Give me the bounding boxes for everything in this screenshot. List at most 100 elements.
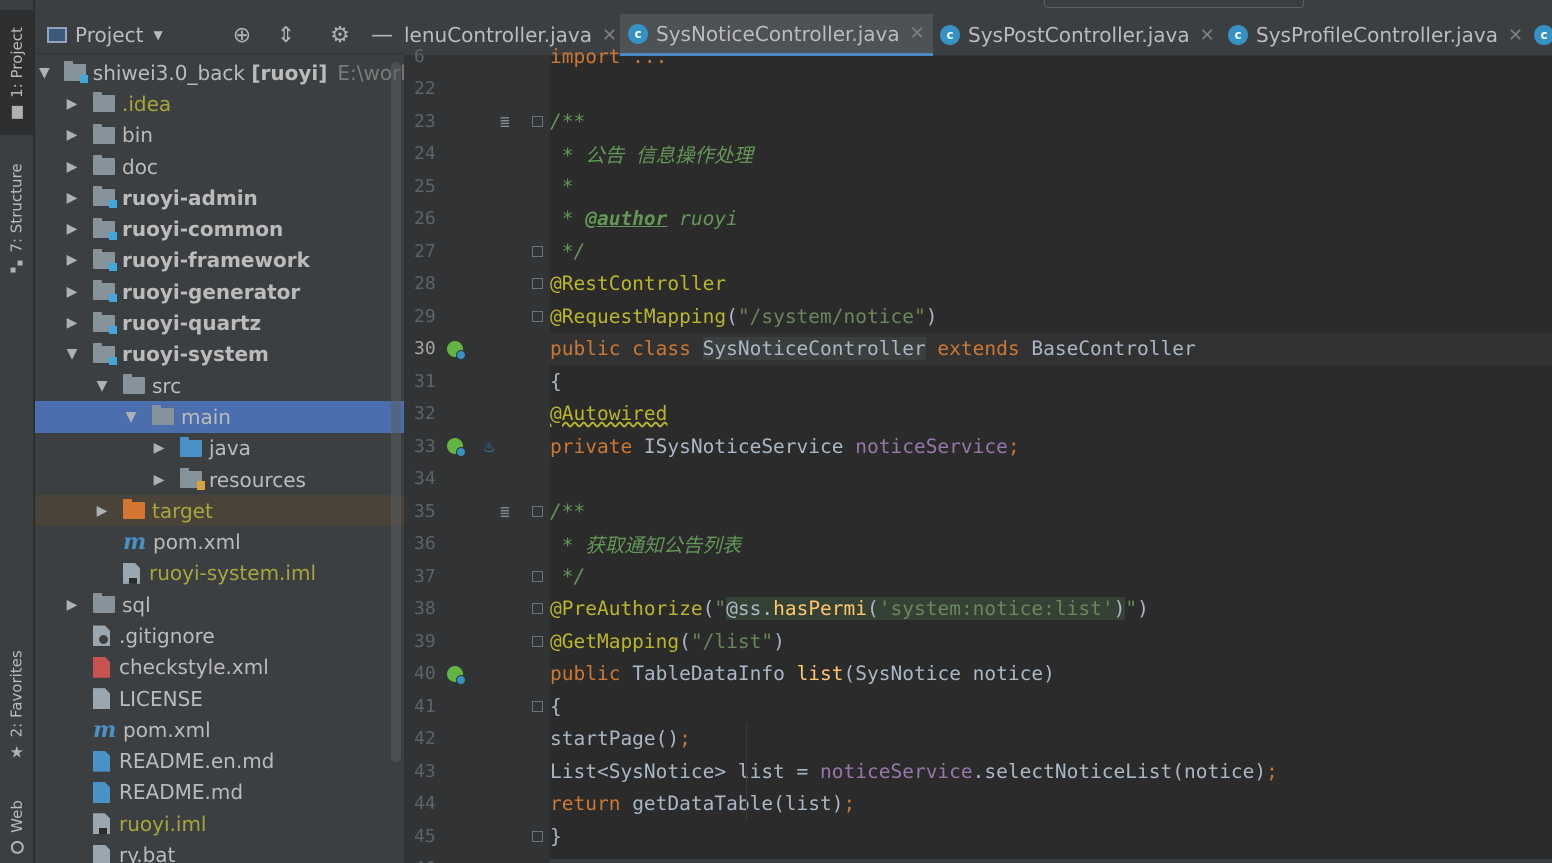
line-number: 30 <box>414 338 436 360</box>
tree-item-checkstyle-xml[interactable]: checkstyle.xml <box>35 652 404 683</box>
xml-file-icon <box>93 656 110 678</box>
chevron-down-icon[interactable]: ▼ <box>124 409 138 425</box>
structure-icon <box>11 260 23 272</box>
project-tool-tab[interactable]: 1: Project <box>0 10 34 135</box>
run-config-widget[interactable] <box>1044 0 1304 8</box>
line-number: 23 <box>414 110 436 132</box>
tree-item-label: shiwei3.0_back <box>92 60 245 85</box>
chevron-down-icon[interactable]: ▼ <box>95 378 109 394</box>
chevron-down-icon[interactable]: ▼ <box>65 346 79 362</box>
favorites-tool-tab[interactable]: ★ 2: Favorites <box>0 640 34 770</box>
spring-bean-icon[interactable] <box>447 340 466 360</box>
doc-comment-icon[interactable]: ≣ <box>500 112 510 131</box>
tree-item-idea[interactable]: ▶ .idea <box>35 88 404 119</box>
chevron-right-icon[interactable]: ▶ <box>65 221 79 237</box>
folder-icon <box>93 123 115 144</box>
fold-marker-icon[interactable] <box>532 700 543 712</box>
fold-marker-icon[interactable] <box>532 310 543 322</box>
spring-bean-icon[interactable] <box>447 438 466 458</box>
gitignore-file-icon <box>93 625 110 647</box>
tree-item-ruoyi-framework[interactable]: ▶ ruoyi-framework <box>35 245 404 276</box>
project-scrollbar[interactable] <box>391 62 401 762</box>
fold-marker-icon[interactable] <box>532 570 543 582</box>
method-name: hasPermi <box>773 597 868 621</box>
line-number: 31 <box>414 370 436 392</box>
navigate-bean-icon[interactable]: ♨ <box>484 436 495 457</box>
method-call: getDataTable(list) <box>632 792 844 816</box>
fold-marker-icon[interactable] <box>532 278 543 290</box>
tree-item-ruoyi-iml[interactable]: ruoyi.iml <box>35 808 404 839</box>
web-tool-tab[interactable]: Web <box>0 790 34 863</box>
string-literal: 'system:notice:list' <box>878 597 1114 621</box>
project-view-selector[interactable]: Project ▼ <box>35 23 163 47</box>
structure-tab-label: 7: Structure <box>8 162 26 253</box>
fold-marker-icon[interactable] <box>532 830 543 842</box>
tree-item-readme[interactable]: README.md <box>35 777 404 808</box>
star-icon: ★ <box>9 742 25 762</box>
chevron-right-icon[interactable]: ▶ <box>65 284 79 300</box>
fold-marker-icon[interactable] <box>532 505 543 517</box>
code-text-area[interactable]: import ... /** * 公告 信息操作处理 * * @author r… <box>550 40 1552 863</box>
hide-icon[interactable]: — <box>369 23 395 49</box>
fold-marker-icon[interactable] <box>532 115 543 127</box>
tree-item-readme-en[interactable]: README.en.md <box>35 746 404 777</box>
tree-item-ruoyi-system-iml[interactable]: ruoyi-system.iml <box>35 558 404 589</box>
chevron-right-icon[interactable]: ▶ <box>65 190 79 206</box>
chevron-right-icon[interactable]: ▶ <box>65 315 79 331</box>
doc-comment-icon[interactable]: ≣ <box>500 502 510 521</box>
locate-icon[interactable]: ⊕ <box>229 23 255 49</box>
tree-item-ruoyi-generator[interactable]: ▶ ruoyi-generator <box>35 276 404 307</box>
code-line: */ <box>550 235 1552 268</box>
tree-item-root-pom-xml[interactable]: m pom.xml <box>35 714 404 745</box>
fold-marker-icon[interactable] <box>532 245 543 257</box>
tree-item-ruoyi-admin[interactable]: ▶ ruoyi-admin <box>35 182 404 213</box>
tree-item-label: ruoyi-system <box>122 342 269 367</box>
code-line: startPage(); <box>550 722 1552 755</box>
chevron-right-icon[interactable]: ▶ <box>65 252 79 268</box>
tree-item-ruoyi-common[interactable]: ▶ ruoyi-common <box>35 213 404 244</box>
editor-horizontal-scrollbar[interactable] <box>550 859 1552 863</box>
keyword: public class <box>550 337 703 361</box>
excluded-folder-icon <box>123 499 145 520</box>
collapse-all-icon[interactable]: ⇕ <box>273 23 299 49</box>
tree-item-src[interactable]: ▼ src <box>35 370 404 401</box>
fold-marker-icon[interactable] <box>532 603 543 615</box>
tree-item-label: ruoyi.iml <box>119 811 207 836</box>
fold-marker-icon[interactable] <box>532 635 543 647</box>
spring-bean-icon[interactable] <box>447 665 466 685</box>
chevron-down-icon: ▼ <box>153 27 163 42</box>
chevron-right-icon[interactable]: ▶ <box>65 96 79 112</box>
chevron-right-icon[interactable]: ▶ <box>65 159 79 175</box>
tree-item-doc[interactable]: ▶ doc <box>35 151 404 182</box>
tree-item-ry-bat[interactable]: ry.bat <box>35 839 404 863</box>
tree-item-java[interactable]: ▶ java <box>35 433 404 464</box>
annotation: @GetMapping <box>550 629 680 653</box>
code-line: */ <box>550 560 1552 593</box>
tree-item-bin[interactable]: ▶ bin <box>35 120 404 151</box>
chevron-right-icon[interactable]: ▶ <box>95 503 109 519</box>
doc-comment: /** <box>550 109 586 133</box>
chevron-right-icon[interactable]: ▶ <box>65 127 79 143</box>
chevron-right-icon[interactable]: ▶ <box>152 440 166 456</box>
code-line: /** <box>550 495 1552 528</box>
tree-item-ruoyi-quartz[interactable]: ▶ ruoyi-quartz <box>35 307 404 338</box>
tree-item-target[interactable]: ▶ target <box>35 495 404 527</box>
tree-item-license[interactable]: LICENSE <box>35 683 404 714</box>
tree-item-pom-xml[interactable]: m pom.xml <box>35 526 404 557</box>
chevron-right-icon[interactable]: ▶ <box>65 597 79 613</box>
tree-item-resources[interactable]: ▶ resources <box>35 464 404 495</box>
chevron-right-icon[interactable]: ▶ <box>152 472 166 488</box>
tree-item-main[interactable]: ▼ main <box>35 401 404 433</box>
chevron-down-icon[interactable]: ▼ <box>39 65 50 81</box>
project-tree: ▼ shiwei3.0_back [ruoyi]E:\work ▶ .idea … <box>35 57 404 863</box>
tree-item-ruoyi-system[interactable]: ▼ ruoyi-system <box>35 339 404 370</box>
gear-icon[interactable]: ⚙ <box>327 23 353 49</box>
line-number: 22 <box>414 78 436 100</box>
structure-tool-tab[interactable]: 7: Structure <box>0 150 34 285</box>
tree-item-root[interactable]: ▼ shiwei3.0_back [ruoyi]E:\work <box>35 57 404 88</box>
tree-item-gitignore[interactable]: .gitignore <box>35 620 404 651</box>
line-number: 41 <box>414 695 436 717</box>
keyword: private <box>550 434 644 458</box>
tree-item-sql[interactable]: ▶ sql <box>35 589 404 620</box>
tool-window-strip: 1: Project 7: Structure ★ 2: Favorites We… <box>0 0 34 863</box>
